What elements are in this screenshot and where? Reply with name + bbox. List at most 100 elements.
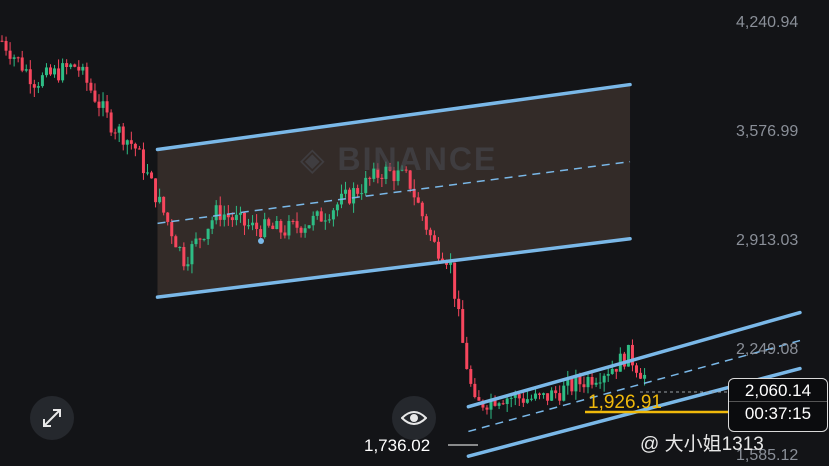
candle-body (546, 393, 550, 401)
candle-body (594, 382, 598, 385)
candle-body (247, 225, 251, 227)
candle-body (485, 407, 489, 410)
candle-body (44, 67, 48, 76)
candle-body (497, 403, 501, 406)
candle-body (630, 344, 634, 366)
author-tag: @ 大小姐1313 (640, 429, 764, 456)
candle-body (73, 64, 77, 67)
candle-body (158, 196, 162, 203)
visibility-button[interactable] (392, 396, 436, 440)
y-tick-label: 2,249.08 (736, 341, 799, 358)
candle-body (105, 101, 109, 113)
candle-body (24, 69, 28, 71)
candle-body (368, 177, 372, 179)
candle-body (606, 373, 610, 376)
y-tick-label: 2,913.03 (736, 232, 799, 249)
candle-body (141, 149, 145, 174)
candle-body (222, 214, 226, 220)
countdown-timer: 00:37:15 (729, 401, 827, 424)
candle-body (190, 244, 194, 265)
candle-body (178, 247, 182, 249)
eye-icon (401, 411, 427, 425)
candle-body (242, 212, 246, 226)
candle-body (299, 227, 303, 233)
candle-body (501, 403, 505, 405)
candle-body (57, 68, 61, 81)
candle-body (218, 205, 222, 220)
candle-body (469, 369, 473, 384)
candle-body (424, 216, 428, 230)
candle-body (348, 189, 352, 204)
candle-body (335, 204, 339, 211)
candle-body (259, 229, 263, 238)
candle-body (331, 210, 335, 220)
candle-body (550, 390, 554, 401)
candle-body (287, 220, 291, 236)
candle-body (505, 398, 509, 404)
candle-body (16, 57, 20, 59)
candle-body (554, 390, 558, 394)
candle-body (477, 397, 481, 401)
candle-body (162, 196, 166, 213)
candle-body (234, 214, 238, 221)
candle-body (582, 384, 586, 388)
candle-body (449, 262, 453, 265)
candle-body (574, 376, 578, 392)
fullscreen-button[interactable] (30, 396, 74, 440)
candle-body (210, 220, 214, 229)
y-tick-label: 4,240.94 (736, 14, 799, 31)
candle-body (562, 385, 566, 401)
marked-price-label: 1,926.91 (588, 392, 662, 413)
candle-body (202, 239, 206, 241)
candle-body (360, 193, 364, 195)
candle-body (538, 393, 542, 395)
current-price: 2,060.14 (744, 381, 812, 400)
candle-body (352, 188, 356, 204)
candle-body (194, 238, 198, 245)
candle-body (145, 172, 149, 174)
author-text: @ 大小姐1313 (640, 434, 764, 455)
candle-body (542, 393, 546, 395)
candle-body (81, 66, 85, 71)
candle-body (186, 264, 190, 267)
candle-body (622, 353, 626, 367)
candle-body (271, 225, 275, 230)
candle-body (170, 221, 174, 237)
candle-body (303, 228, 307, 233)
candle-body (129, 140, 133, 144)
candle-body (69, 64, 73, 67)
candle-body (315, 211, 319, 216)
candle-body (643, 374, 647, 379)
candle-body (291, 220, 295, 222)
candle-body (255, 222, 259, 230)
candle-body (182, 247, 186, 267)
candle-body (230, 217, 234, 221)
candle-body (166, 212, 170, 222)
candle-body (0, 40, 4, 42)
candle-body (109, 112, 113, 133)
candle-body (275, 220, 279, 230)
candle-body (461, 309, 465, 343)
candle-body (602, 375, 606, 383)
candle-body (295, 221, 299, 228)
candle-body (420, 202, 424, 217)
y-tick-label: 3,576.99 (736, 123, 799, 140)
candle-body (121, 126, 125, 145)
candle-body (36, 86, 40, 88)
candle-body (465, 342, 469, 370)
candle-body (598, 382, 602, 384)
binance-logo-icon: ◈ (300, 141, 338, 177)
candle-body (586, 377, 590, 388)
candle-body (251, 222, 255, 226)
candle-body (97, 101, 101, 108)
candle-body (323, 220, 327, 222)
candle-body (32, 84, 36, 88)
candle-body (319, 211, 323, 222)
candle-body (457, 298, 461, 310)
candle-body (639, 372, 643, 379)
candle-body (356, 188, 360, 194)
candle-body (20, 57, 24, 71)
candle-body (283, 232, 287, 236)
candle-body (133, 143, 137, 149)
candle-body (65, 63, 69, 67)
